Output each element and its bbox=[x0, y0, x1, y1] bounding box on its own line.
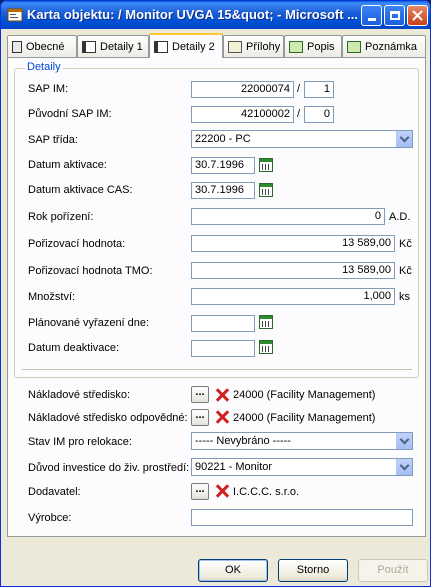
datum-deaktivace-input[interactable] bbox=[191, 340, 255, 357]
window-title: Karta objektu: / Monitor UVGA 15&quot; -… bbox=[27, 7, 357, 22]
sap-trida-value: 22200 - PC bbox=[195, 133, 251, 145]
datum-deaktivace-label: Datum deaktivace: bbox=[28, 342, 120, 354]
storno-button[interactable]: Storno bbox=[278, 559, 348, 582]
separator bbox=[22, 369, 412, 371]
minimize-button[interactable] bbox=[361, 5, 382, 26]
rok-porizeni-label: Rok pořízení: bbox=[28, 211, 94, 223]
clear-icon[interactable] bbox=[215, 388, 229, 402]
datum-aktivace-label: Datum aktivace: bbox=[28, 159, 107, 171]
clear-icon[interactable] bbox=[215, 484, 229, 498]
tab-details-icon bbox=[82, 40, 96, 53]
duvod-investice-select[interactable]: 90221 - Monitor bbox=[191, 458, 413, 476]
duvod-investice-label: Důvod investice do živ. prostředí: bbox=[28, 462, 190, 474]
close-icon bbox=[412, 10, 423, 21]
dialog-window: Karta objektu: / Monitor UVGA 15&quot; -… bbox=[0, 0, 431, 587]
calendar-icon[interactable] bbox=[259, 340, 273, 354]
calendar-icon[interactable] bbox=[259, 183, 273, 197]
porizovaci-hodnota-tmo-input[interactable]: 13 589,00 bbox=[191, 262, 395, 279]
porizovaci-hodnota-label: Pořizovací hodnota: bbox=[28, 238, 126, 250]
clear-icon[interactable] bbox=[215, 410, 229, 424]
tab-poznamka[interactable]: Poznámka bbox=[342, 35, 426, 57]
mnozstvi-input[interactable]: 1,000 bbox=[191, 288, 395, 305]
datum-aktivace-cas-label: Datum aktivace CAS: bbox=[28, 184, 133, 196]
nakladove-stredisko-odp-browse-button[interactable]: ... bbox=[191, 409, 209, 426]
slash-separator: / bbox=[297, 108, 301, 120]
puvodni-sap-im-sub-input[interactable]: 0 bbox=[304, 106, 334, 123]
rok-porizeni-input[interactable]: 0 bbox=[191, 208, 385, 225]
slash-separator: / bbox=[297, 83, 301, 95]
tab-obecne[interactable]: Obecné bbox=[7, 35, 77, 57]
planovane-vyrazeni-input[interactable] bbox=[191, 315, 255, 332]
sap-im-sub-input[interactable]: 1 bbox=[304, 81, 334, 98]
nakladove-stredisko-value: 24000 (Facility Management) bbox=[233, 389, 376, 401]
tab-label: Obecné bbox=[26, 40, 65, 53]
tab-label: Detaily 2 bbox=[172, 40, 215, 53]
app-icon bbox=[7, 8, 23, 22]
tab-label: Poznámka bbox=[365, 40, 417, 53]
calendar-icon[interactable] bbox=[259, 315, 273, 329]
mnozstvi-label: Množství: bbox=[28, 291, 76, 303]
tab-label: Přílohy bbox=[246, 40, 281, 53]
porizovaci-hodnota-input[interactable]: 13 589,00 bbox=[191, 235, 395, 252]
datum-aktivace-cas-input[interactable]: 30.7.1996 bbox=[191, 182, 255, 199]
stav-im-label: Stav IM pro relokace: bbox=[28, 436, 132, 448]
sap-trida-select[interactable]: 22200 - PC bbox=[191, 130, 413, 148]
sap-trida-label: SAP třída: bbox=[28, 134, 78, 146]
porizovaci-hodnota-tmo-unit: Kč bbox=[399, 265, 412, 277]
tab-detaily-2[interactable]: Detaily 2 bbox=[149, 33, 223, 58]
stav-im-select[interactable]: ----- Nevybráno ----- bbox=[191, 432, 413, 450]
planovane-vyrazeni-label: Plánované vyřazení dne: bbox=[28, 317, 150, 329]
tab-label: Detaily 1 bbox=[100, 40, 143, 53]
maximize-icon bbox=[389, 11, 400, 20]
duvod-investice-value: 90221 - Monitor bbox=[195, 461, 273, 473]
pouzit-button: Použít bbox=[358, 559, 428, 582]
close-button[interactable] bbox=[407, 5, 428, 26]
tab-detaily-1[interactable]: Detaily 1 bbox=[77, 35, 149, 57]
note-icon bbox=[347, 40, 361, 53]
ok-button[interactable]: OK bbox=[198, 559, 268, 582]
chevron-down-icon[interactable] bbox=[396, 433, 412, 449]
sap-im-label: SAP IM: bbox=[28, 83, 69, 95]
sap-im-input[interactable]: 22000074 bbox=[191, 81, 294, 98]
maximize-button[interactable] bbox=[384, 5, 405, 26]
porizovaci-hodnota-unit: Kč bbox=[399, 238, 412, 250]
datum-aktivace-input[interactable]: 30.7.1996 bbox=[191, 157, 255, 174]
description-icon bbox=[289, 40, 303, 53]
tab-strip: Obecné Detaily 1 Detaily 2 Přílohy Popis… bbox=[7, 33, 426, 58]
dodavatel-label: Dodavatel: bbox=[28, 486, 81, 498]
mnozstvi-unit: ks bbox=[399, 291, 410, 303]
vyrobce-input[interactable] bbox=[191, 509, 413, 526]
nakladove-stredisko-label: Nákladové středisko: bbox=[28, 389, 131, 401]
title-bar: Karta objektu: / Monitor UVGA 15&quot; -… bbox=[1, 1, 430, 29]
dodavatel-value: I.C.C.C. s.r.o. bbox=[233, 486, 300, 498]
minimize-icon bbox=[367, 18, 376, 21]
group-label: Detaily bbox=[25, 61, 63, 73]
tab-details-icon bbox=[154, 40, 168, 53]
porizovaci-hodnota-tmo-label: Pořizovací hodnota TMO: bbox=[28, 265, 153, 277]
tab-popis[interactable]: Popis bbox=[284, 35, 342, 57]
chevron-down-icon[interactable] bbox=[396, 459, 412, 475]
chevron-down-icon[interactable] bbox=[396, 131, 412, 147]
nakladove-stredisko-browse-button[interactable]: ... bbox=[191, 386, 209, 403]
vyrobce-label: Výrobce: bbox=[28, 512, 72, 524]
tab-label: Popis bbox=[307, 40, 335, 53]
stav-im-value: ----- Nevybráno ----- bbox=[195, 435, 291, 447]
nakladove-stredisko-odp-value: 24000 (Facility Management) bbox=[233, 412, 376, 424]
nakladove-stredisko-odp-label: Nákladové středisko odpovědné: bbox=[28, 412, 188, 424]
attachments-icon bbox=[228, 40, 242, 53]
puvodni-sap-im-input[interactable]: 42100002 bbox=[191, 106, 294, 123]
tab-prilohy[interactable]: Přílohy bbox=[223, 35, 284, 57]
tab-page-icon bbox=[12, 40, 22, 53]
dodavatel-browse-button[interactable]: ... bbox=[191, 483, 209, 500]
calendar-icon[interactable] bbox=[259, 158, 273, 172]
puvodni-sap-im-label: Původní SAP IM: bbox=[28, 108, 112, 120]
tab-page-detaily-2: Detaily SAP IM: 22000074 / 1 Původní SAP… bbox=[7, 57, 426, 537]
rok-porizeni-unit: A.D. bbox=[389, 211, 411, 223]
